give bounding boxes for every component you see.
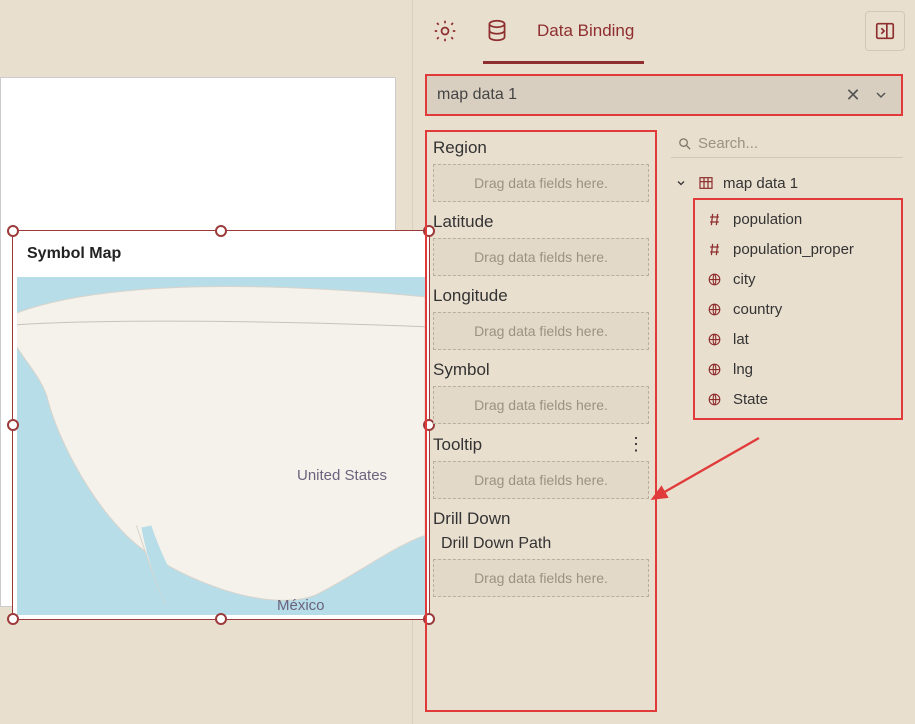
number-icon xyxy=(705,242,723,257)
more-options-icon[interactable]: ⋮ xyxy=(623,434,649,455)
globe-icon xyxy=(705,362,723,377)
fields-column: map data 1 population population_properci… xyxy=(671,130,903,712)
database-icon xyxy=(484,18,510,44)
table-icon xyxy=(697,175,715,191)
chevron-down-icon xyxy=(675,177,689,189)
tab-data-binding-icon[interactable] xyxy=(475,9,519,53)
chevron-down-icon[interactable] xyxy=(871,85,891,105)
resize-handle[interactable] xyxy=(215,225,227,237)
panel-collapse-icon xyxy=(874,20,896,42)
drop-target[interactable]: Drag data fields here. xyxy=(433,312,649,350)
tree-root-label: map data 1 xyxy=(723,175,798,192)
tab-settings[interactable] xyxy=(423,9,467,53)
properties-panel: Data Binding map data 1 ✕ xyxy=(413,0,915,724)
resize-handle[interactable] xyxy=(7,419,19,431)
map-label-country: México xyxy=(277,597,325,614)
datasource-selected-label: map data 1 xyxy=(437,86,835,104)
drop-target[interactable]: Drag data fields here. xyxy=(433,386,649,424)
search-icon xyxy=(677,136,692,151)
field-label: lng xyxy=(733,361,753,378)
binding-zone: Latitude Drag data fields here. xyxy=(433,212,649,276)
drop-target[interactable]: Drag data fields here. xyxy=(433,559,649,597)
binding-zone: Symbol Drag data fields here. xyxy=(433,360,649,424)
tab-label: Data Binding xyxy=(537,21,634,41)
datasource-select[interactable]: map data 1 ✕ xyxy=(425,74,903,116)
drop-target[interactable]: Drag data fields here. xyxy=(433,164,649,202)
field-item[interactable]: lat xyxy=(699,324,897,354)
resize-handle[interactable] xyxy=(7,225,19,237)
gear-icon xyxy=(432,18,458,44)
zone-label: Symbol xyxy=(433,360,649,380)
binding-zones: Region Drag data fields here. Latitude Drag… xyxy=(425,130,657,712)
field-item[interactable]: population xyxy=(699,204,897,234)
symbol-map-widget[interactable]: Symbol Map United States México xyxy=(12,230,430,620)
tab-data-binding[interactable]: Data Binding xyxy=(527,9,644,53)
design-canvas[interactable]: Symbol Map United States México xyxy=(0,0,413,724)
field-item[interactable]: State xyxy=(699,384,897,414)
fields-search-input[interactable] xyxy=(698,135,897,152)
zone-label: Longitude xyxy=(433,286,649,306)
search-row xyxy=(671,130,903,158)
zone-sublabel: Drill Down Path xyxy=(441,535,649,553)
globe-icon xyxy=(705,272,723,287)
resize-handle[interactable] xyxy=(7,613,19,625)
field-item[interactable]: country xyxy=(699,294,897,324)
binding-zone: Region Drag data fields here. xyxy=(433,138,649,202)
map-preview: United States México xyxy=(17,277,425,615)
zone-label: Latitude xyxy=(433,212,649,232)
drop-target[interactable]: Drag data fields here. xyxy=(433,238,649,276)
resize-handle[interactable] xyxy=(215,613,227,625)
binding-zone: Tooltip⋮ Drag data fields here. xyxy=(433,434,649,499)
collapse-panel-button[interactable] xyxy=(865,11,905,51)
zone-label: Tooltip⋮ xyxy=(433,434,649,455)
field-item[interactable]: lng xyxy=(699,354,897,384)
map-label-country: United States xyxy=(297,467,387,484)
globe-icon xyxy=(705,302,723,317)
globe-icon xyxy=(705,392,723,407)
zone-label: Drill Down xyxy=(433,509,649,529)
field-item[interactable]: population_proper xyxy=(699,234,897,264)
fields-tree: map data 1 population population_properci… xyxy=(671,168,903,420)
drop-target[interactable]: Drag data fields here. xyxy=(433,461,649,499)
field-label: State xyxy=(733,391,768,408)
field-item[interactable]: city xyxy=(699,264,897,294)
globe-icon xyxy=(705,332,723,347)
field-label: lat xyxy=(733,331,749,348)
field-label: city xyxy=(733,271,756,288)
panel-body: map data 1 ✕ Region Drag data fields here… xyxy=(413,62,915,724)
panel-tabbar: Data Binding xyxy=(413,0,915,62)
clear-icon[interactable]: ✕ xyxy=(843,85,863,105)
widget-title: Symbol Map xyxy=(27,245,121,263)
tree-root-node[interactable]: map data 1 xyxy=(671,168,903,198)
field-label: country xyxy=(733,301,782,318)
field-label: population xyxy=(733,211,802,228)
zone-drill-down: Drill Down Drill Down Path Drag data fie… xyxy=(433,509,649,597)
binding-zone: Longitude Drag data fields here. xyxy=(433,286,649,350)
zone-label: Region xyxy=(433,138,649,158)
number-icon xyxy=(705,212,723,227)
field-label: population_proper xyxy=(733,241,854,258)
fields-list: population population_propercity country la… xyxy=(693,198,903,420)
